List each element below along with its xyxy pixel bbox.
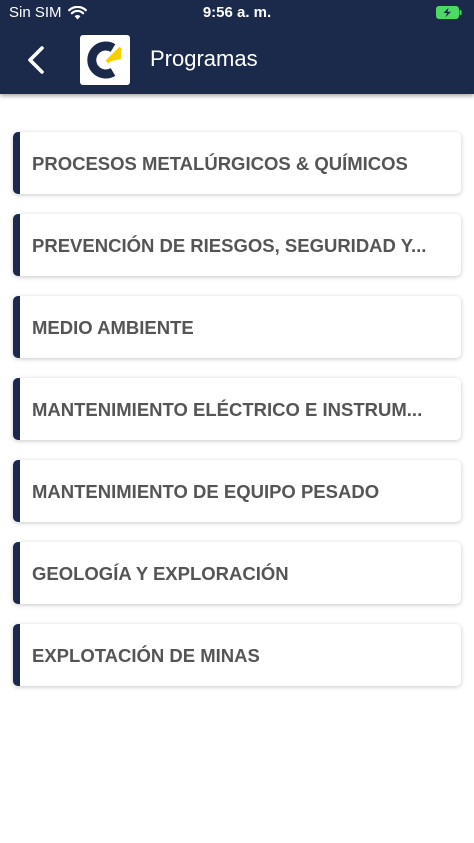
- item-accent-bar: [13, 460, 20, 522]
- top-bar: Sin SIM 9:56 a. m. Programas: [0, 0, 474, 94]
- c-arrow-logo-icon: [87, 41, 123, 79]
- program-item-mantenimiento-equipo-pesado[interactable]: MANTENIMIENTO DE EQUIPO PESADO: [13, 460, 461, 522]
- item-accent-bar: [13, 132, 20, 194]
- nav-bar: Programas: [0, 26, 474, 94]
- back-button[interactable]: [18, 40, 54, 80]
- program-item-prevencion-riesgos[interactable]: PREVENCIÓN DE RIESGOS, SEGURIDAD Y...: [13, 214, 461, 276]
- item-accent-bar: [13, 296, 20, 358]
- status-time: 9:56 a. m.: [202, 4, 272, 21]
- item-accent-bar: [13, 378, 20, 440]
- program-label: GEOLOGÍA Y EXPLORACIÓN: [32, 563, 289, 584]
- app-logo: [80, 35, 130, 85]
- item-accent-bar: [13, 624, 20, 686]
- program-label: PROCESOS METALÚRGICOS & QUÍMICOS: [32, 153, 408, 174]
- program-item-medio-ambiente[interactable]: MEDIO AMBIENTE: [13, 296, 461, 358]
- program-item-geologia-exploracion[interactable]: GEOLOGÍA Y EXPLORACIÓN: [13, 542, 461, 604]
- program-label: MANTENIMIENTO ELÉCTRICO E INSTRUM...: [32, 399, 423, 420]
- page-title: Programas: [150, 46, 258, 71]
- program-item-explotacion-minas[interactable]: EXPLOTACIÓN DE MINAS: [13, 624, 461, 686]
- item-accent-bar: [13, 214, 20, 276]
- program-label: PREVENCIÓN DE RIESGOS, SEGURIDAD Y...: [32, 235, 427, 256]
- program-list: PROCESOS METALÚRGICOS & QUÍMICOS PREVENC…: [13, 132, 461, 706]
- program-label: MEDIO AMBIENTE: [32, 317, 194, 338]
- battery-charging-icon: [436, 6, 462, 19]
- program-label: MANTENIMIENTO DE EQUIPO PESADO: [32, 481, 380, 502]
- chevron-left-icon: [28, 46, 44, 74]
- program-label: EXPLOTACIÓN DE MINAS: [32, 645, 260, 666]
- status-bar: Sin SIM 9:56 a. m.: [0, 0, 474, 26]
- item-accent-bar: [13, 542, 20, 604]
- program-item-mantenimiento-electrico[interactable]: MANTENIMIENTO ELÉCTRICO E INSTRUM...: [13, 378, 461, 440]
- program-item-procesos-metalurgicos[interactable]: PROCESOS METALÚRGICOS & QUÍMICOS: [13, 132, 461, 194]
